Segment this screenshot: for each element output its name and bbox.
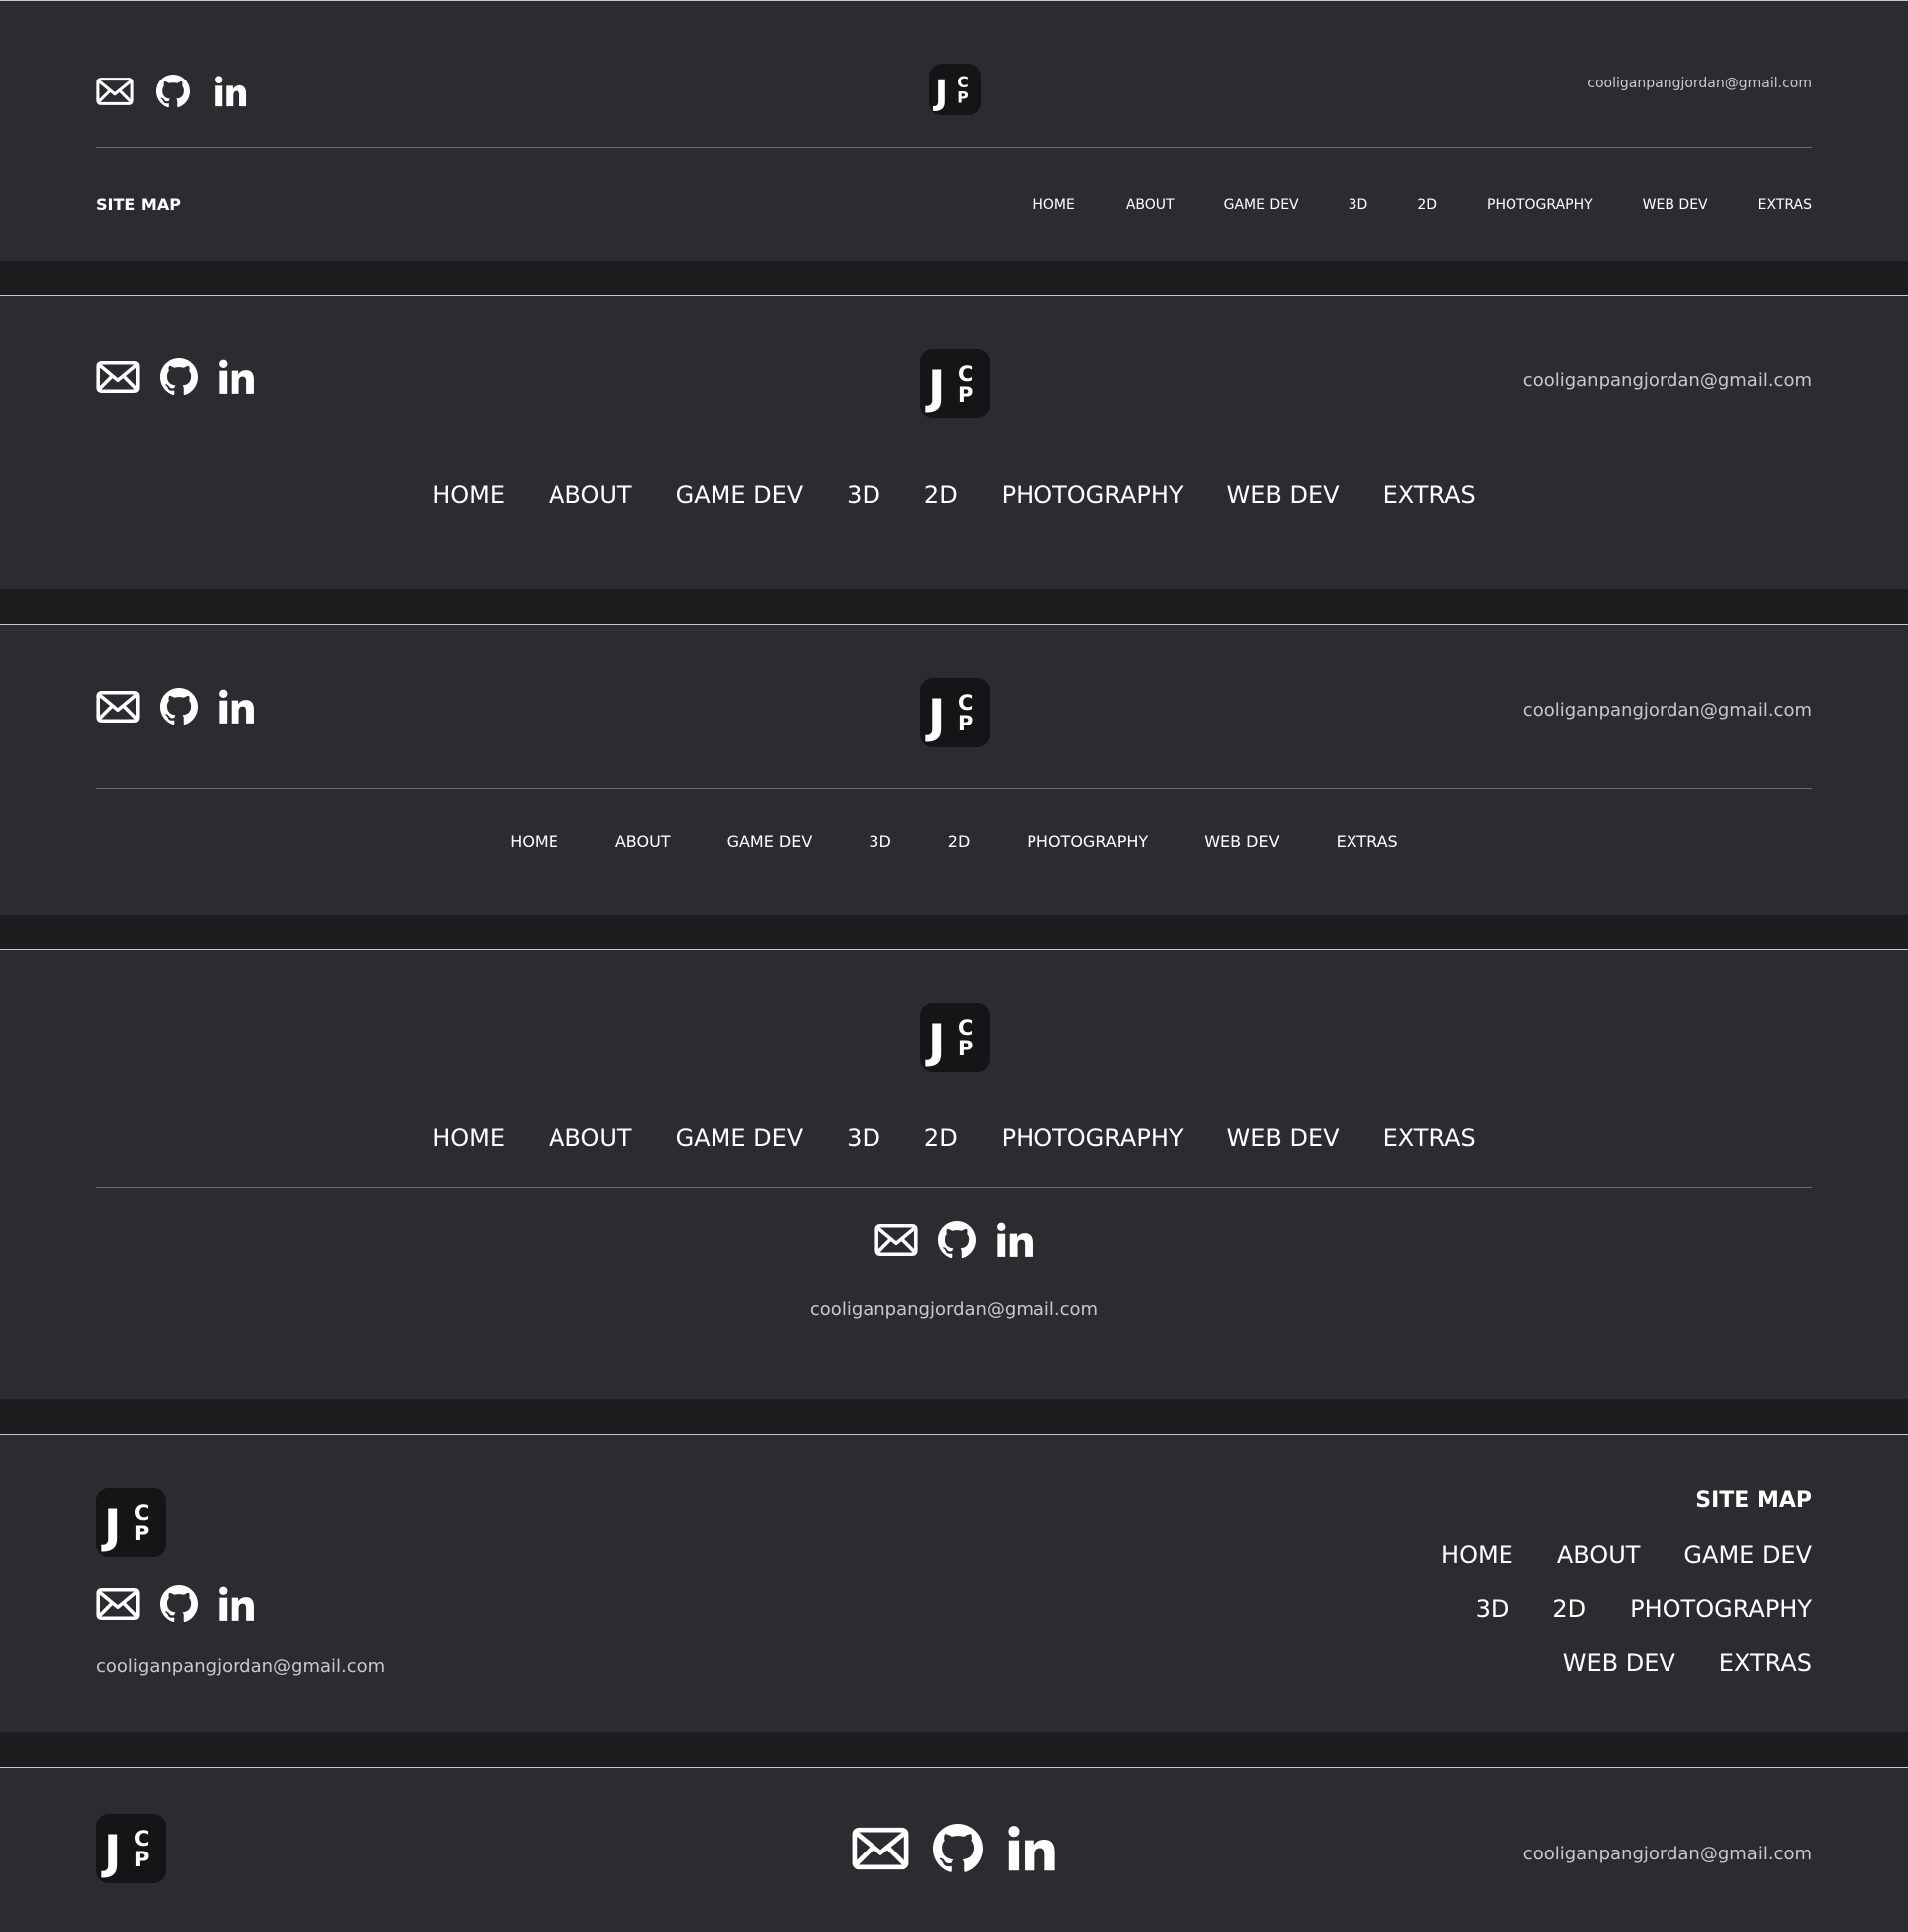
social-icons — [96, 688, 255, 725]
site-nav: HOME ABOUT GAME DEV 3D 2D PHOTOGRAPHY WE… — [96, 832, 1812, 851]
site-nav-row-2: 3D 2D PHOTOGRAPHY — [1476, 1595, 1812, 1623]
nav-about[interactable]: ABOUT — [549, 481, 632, 509]
github-icon[interactable] — [160, 1585, 198, 1623]
linkedin-icon[interactable] — [996, 1221, 1034, 1259]
nav-extras[interactable]: EXTRAS — [1383, 481, 1476, 509]
nav-extras[interactable]: EXTRAS — [1719, 1649, 1812, 1677]
nav-home[interactable]: HOME — [432, 1124, 505, 1152]
logo[interactable] — [920, 349, 990, 418]
social-icons — [96, 75, 247, 108]
mail-icon[interactable] — [852, 1827, 909, 1870]
nav-gamedev[interactable]: GAME DEV — [676, 1124, 804, 1152]
nav-gamedev[interactable]: GAME DEV — [1683, 1541, 1812, 1569]
footer-variant-1: cooliganpangjordan@gmail.com SITE MAP HO… — [0, 0, 1908, 261]
nav-photography[interactable]: PHOTOGRAPHY — [1027, 832, 1148, 851]
nav-webdev[interactable]: WEB DEV — [1227, 1124, 1340, 1152]
nav-about[interactable]: ABOUT — [1126, 197, 1175, 213]
nav-home[interactable]: HOME — [1033, 197, 1074, 213]
github-icon[interactable] — [160, 688, 198, 725]
github-icon[interactable] — [156, 75, 190, 108]
mail-icon[interactable] — [96, 77, 134, 106]
linkedin-icon[interactable] — [1007, 1824, 1056, 1873]
email-link[interactable]: cooliganpangjordan@gmail.com — [1587, 76, 1812, 91]
sitemap-title: SITE MAP — [96, 195, 181, 214]
github-icon[interactable] — [938, 1221, 976, 1259]
linkedin-icon[interactable] — [218, 1585, 255, 1623]
nav-photography[interactable]: PHOTOGRAPHY — [1002, 481, 1184, 509]
github-icon[interactable] — [160, 358, 198, 396]
logo[interactable] — [96, 1488, 166, 1557]
nav-2d[interactable]: 2D — [924, 1124, 958, 1152]
social-icons — [96, 358, 255, 396]
site-nav: HOME ABOUT GAME DEV 3D 2D PHOTOGRAPHY WE… — [96, 1124, 1812, 1152]
nav-gamedev[interactable]: GAME DEV — [727, 832, 813, 851]
nav-3d[interactable]: 3D — [1349, 197, 1368, 213]
footer-variant-5: cooliganpangjordan@gmail.com SITE MAP HO… — [0, 1434, 1908, 1732]
footer-variant-2: cooliganpangjordan@gmail.com HOME ABOUT … — [0, 295, 1908, 589]
logo[interactable] — [920, 1003, 990, 1072]
site-nav: HOME ABOUT GAME DEV 3D 2D PHOTOGRAPHY WE… — [1033, 197, 1812, 213]
nav-photography[interactable]: PHOTOGRAPHY — [1002, 1124, 1184, 1152]
email-link[interactable]: cooliganpangjordan@gmail.com — [1523, 1844, 1812, 1864]
site-nav: HOME ABOUT GAME DEV 3D 2D PHOTOGRAPHY WE… — [96, 481, 1812, 509]
nav-photography[interactable]: PHOTOGRAPHY — [1487, 197, 1593, 213]
site-nav-row-3: WEB DEV EXTRAS — [1563, 1649, 1812, 1677]
logo[interactable] — [929, 64, 981, 115]
nav-webdev[interactable]: WEB DEV — [1563, 1649, 1675, 1677]
nav-about[interactable]: ABOUT — [615, 832, 671, 851]
nav-home[interactable]: HOME — [1441, 1541, 1513, 1569]
nav-extras[interactable]: EXTRAS — [1758, 197, 1812, 213]
site-nav-row-1: HOME ABOUT GAME DEV — [1441, 1541, 1812, 1569]
nav-gamedev[interactable]: GAME DEV — [676, 481, 804, 509]
logo[interactable] — [920, 678, 990, 747]
divider — [96, 147, 1812, 148]
nav-photography[interactable]: PHOTOGRAPHY — [1630, 1595, 1812, 1623]
nav-extras[interactable]: EXTRAS — [1337, 832, 1398, 851]
social-icons — [96, 1221, 1812, 1259]
divider — [96, 788, 1812, 789]
social-icons — [96, 1585, 255, 1623]
mail-icon[interactable] — [96, 360, 140, 394]
email-link[interactable]: cooliganpangjordan@gmail.com — [1523, 700, 1812, 721]
footer-variant-4: HOME ABOUT GAME DEV 3D 2D PHOTOGRAPHY WE… — [0, 949, 1908, 1399]
linkedin-icon[interactable] — [218, 688, 255, 725]
nav-2d[interactable]: 2D — [948, 832, 971, 851]
nav-webdev[interactable]: WEB DEV — [1204, 832, 1279, 851]
nav-webdev[interactable]: WEB DEV — [1643, 197, 1708, 213]
footer-variant-6: cooliganpangjordan@gmail.com — [0, 1767, 1908, 1932]
nav-3d[interactable]: 3D — [869, 832, 891, 851]
nav-extras[interactable]: EXTRAS — [1383, 1124, 1476, 1152]
github-icon[interactable] — [933, 1824, 983, 1873]
email-link[interactable]: cooliganpangjordan@gmail.com — [96, 1299, 1812, 1320]
divider — [96, 1187, 1812, 1188]
nav-webdev[interactable]: WEB DEV — [1227, 481, 1340, 509]
nav-about[interactable]: ABOUT — [1557, 1541, 1641, 1569]
nav-2d[interactable]: 2D — [924, 481, 958, 509]
mail-icon[interactable] — [96, 1587, 140, 1621]
nav-2d[interactable]: 2D — [1552, 1595, 1586, 1623]
mail-icon[interactable] — [874, 1223, 918, 1257]
linkedin-icon[interactable] — [214, 75, 247, 108]
nav-home[interactable]: HOME — [510, 832, 558, 851]
email-link[interactable]: cooliganpangjordan@gmail.com — [96, 1656, 385, 1677]
nav-3d[interactable]: 3D — [1476, 1595, 1510, 1623]
nav-3d[interactable]: 3D — [847, 481, 880, 509]
linkedin-icon[interactable] — [218, 358, 255, 396]
nav-2d[interactable]: 2D — [1417, 197, 1437, 213]
nav-about[interactable]: ABOUT — [549, 1124, 632, 1152]
nav-gamedev[interactable]: GAME DEV — [1224, 197, 1299, 213]
nav-home[interactable]: HOME — [432, 481, 505, 509]
email-link[interactable]: cooliganpangjordan@gmail.com — [1523, 370, 1812, 391]
mail-icon[interactable] — [96, 690, 140, 724]
footer-variant-3: cooliganpangjordan@gmail.com HOME ABOUT … — [0, 624, 1908, 915]
nav-3d[interactable]: 3D — [847, 1124, 880, 1152]
sitemap-title: SITE MAP — [1695, 1488, 1812, 1513]
